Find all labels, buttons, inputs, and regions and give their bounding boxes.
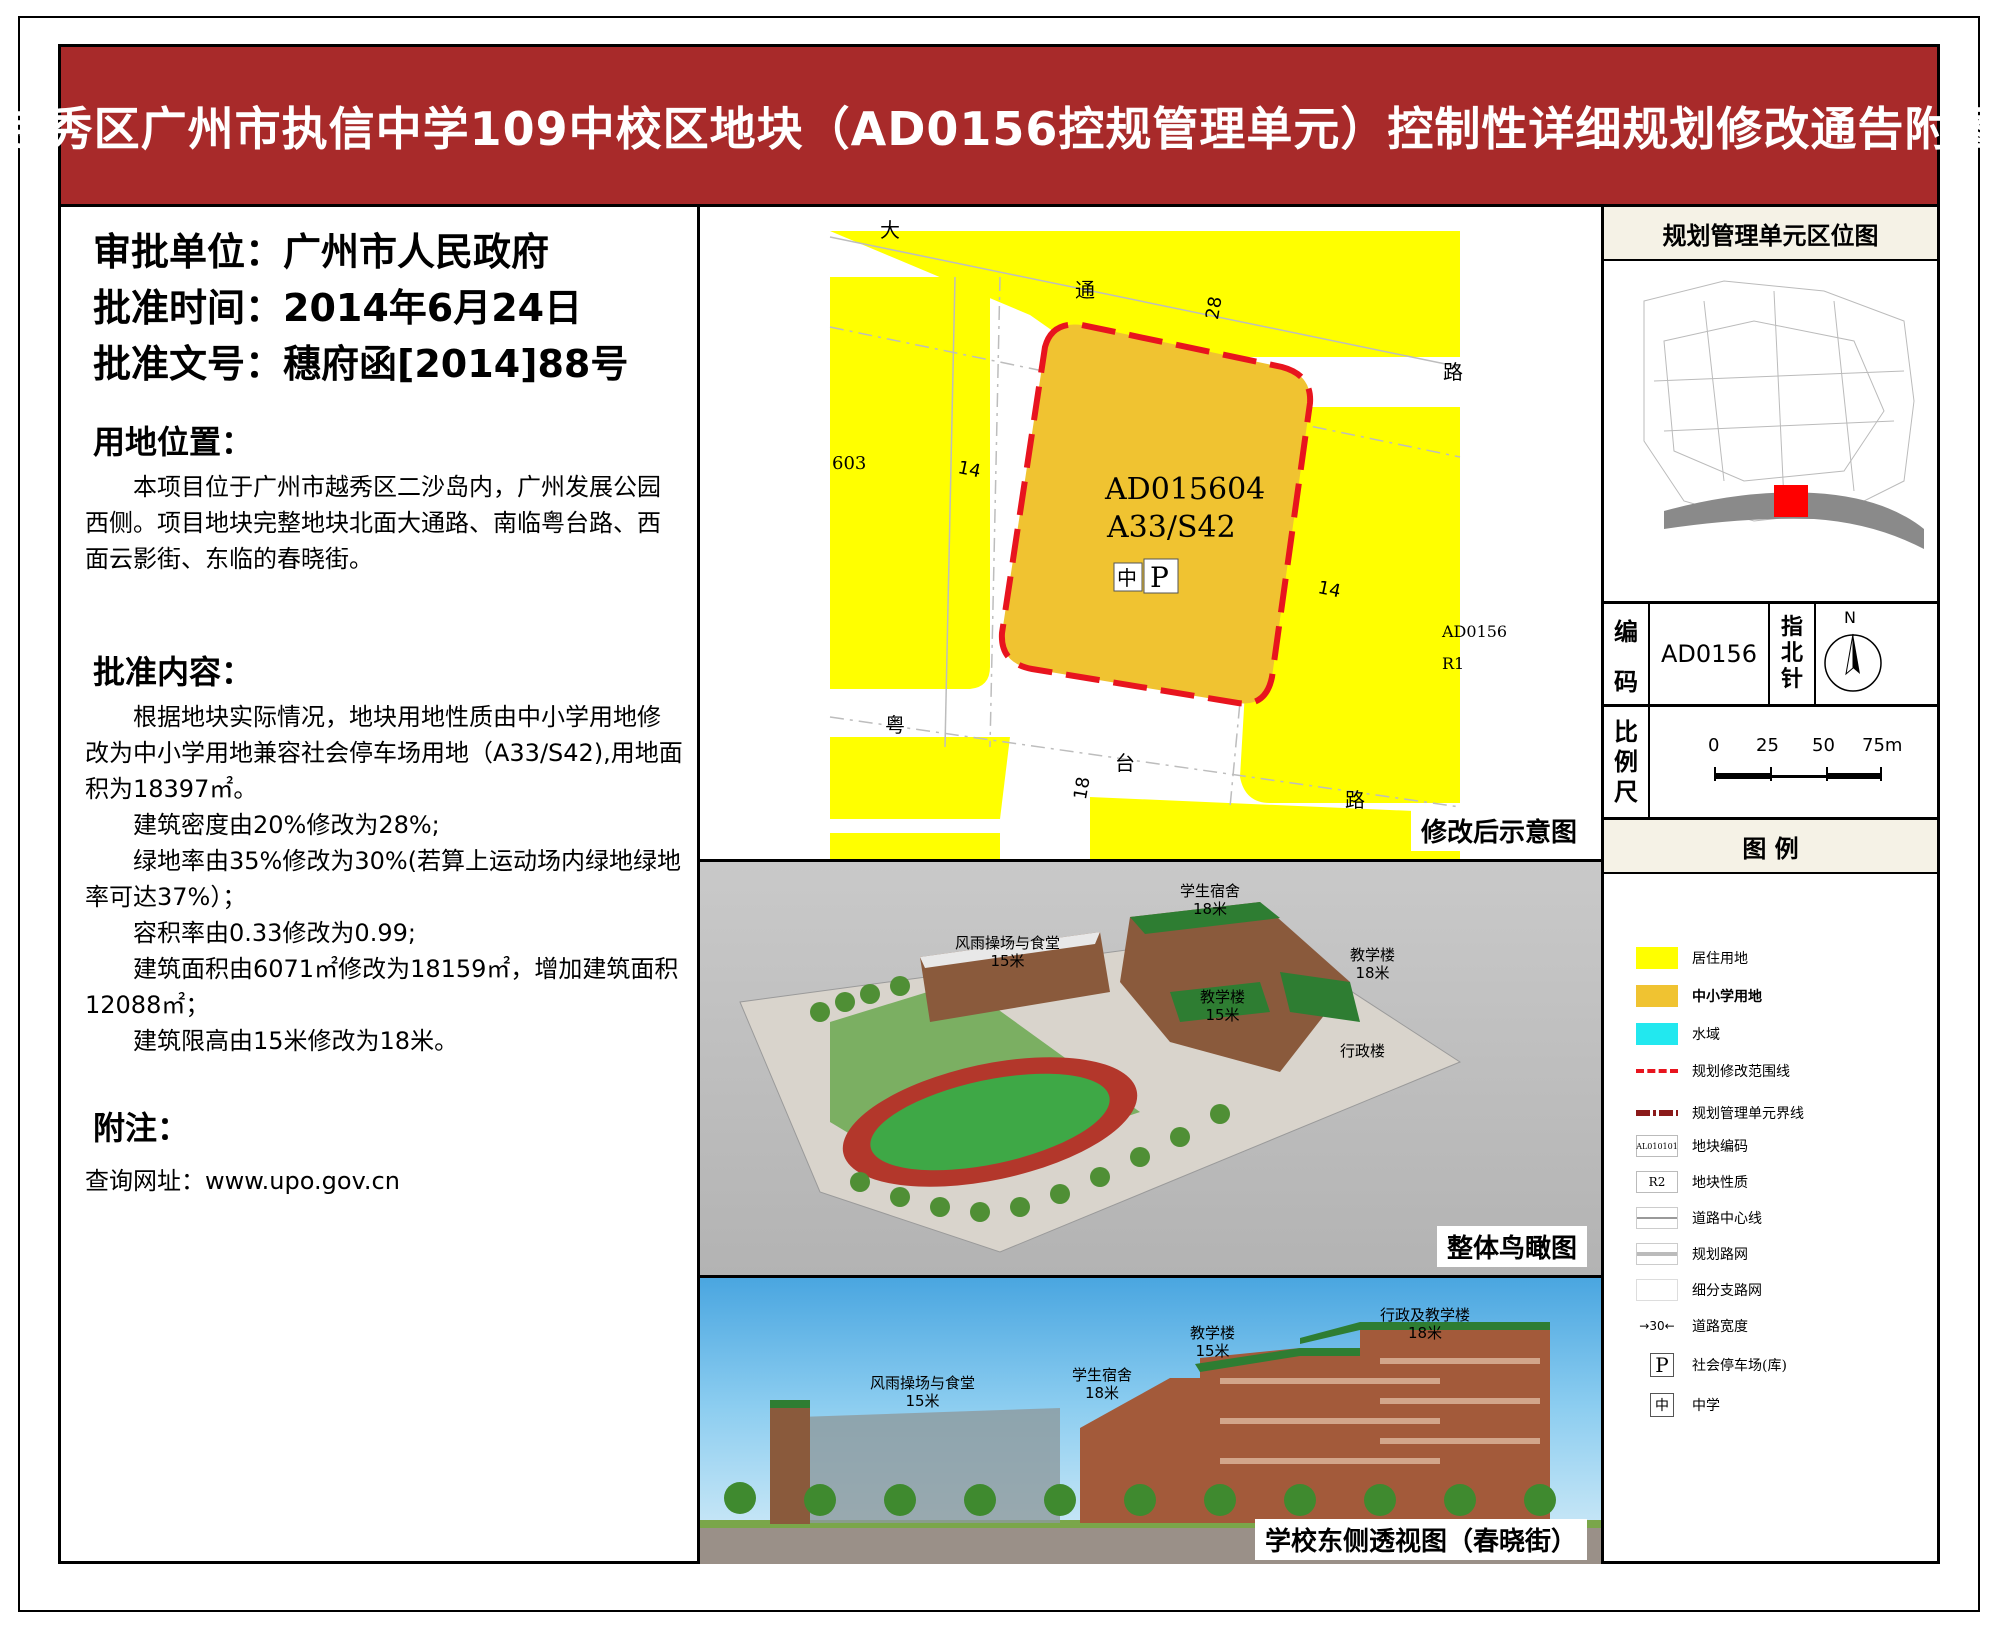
- legend-swatch-road-width: → 30 ←: [1639, 1319, 1675, 1333]
- east-parcel-use: R1: [1442, 654, 1464, 673]
- perspective-label: 风雨操场与食堂 15米: [870, 1374, 976, 1410]
- legend-item: 水域: [1636, 1023, 1720, 1045]
- road-north-char-3: 路: [1443, 360, 1463, 384]
- location-heading: 用地位置：: [93, 423, 254, 461]
- poster-frame: 越秀区广州市执信中学109中校区地块（AD0156控规管理单元）控制性详细规划修…: [0, 44, 1997, 1564]
- road-width-south: 18: [1070, 775, 1095, 801]
- legend-swatch-land-use: R2: [1636, 1171, 1678, 1193]
- scale-tick: 0: [1708, 735, 1720, 756]
- approval-date: 批准时间：2014年6月24日: [93, 286, 583, 330]
- legend-item: 道路中心线: [1636, 1207, 1762, 1229]
- aerial-label: 风雨操场与食堂 15米: [955, 934, 1061, 970]
- perspective-label: 教学楼 15米: [1190, 1324, 1236, 1360]
- content-paragraph: 绿地率由35%修改为30%(若算上运动场内绿地绿地率可达37%）；: [85, 847, 682, 911]
- legend-swatch-boundary: [1636, 1069, 1678, 1073]
- road-north-char-2: 通: [1075, 278, 1095, 302]
- map-caption: 修改后示意图: [1410, 810, 1587, 851]
- residential-block-west: [830, 277, 990, 689]
- legend-swatch-parcel-code: AL010101: [1636, 1135, 1678, 1157]
- legend-swatch-parking: P: [1650, 1353, 1674, 1377]
- scale-tick: 50: [1812, 735, 1835, 756]
- road-south-char-1: 粤: [885, 713, 905, 737]
- west-parcel-label: 603: [832, 453, 866, 474]
- aerial-label: 学生宿舍 18米: [1180, 882, 1241, 918]
- legend-swatch-school: [1636, 985, 1678, 1007]
- legend-item: 规划管理单元界线: [1636, 1103, 1804, 1123]
- code-value: AD0156: [1650, 604, 1770, 704]
- legend-swatch-middle-school: 中: [1650, 1393, 1674, 1417]
- perspective-caption: 学校东侧透视图（春晓街）: [1254, 1519, 1587, 1560]
- legend-item: R2 地块性质: [1636, 1171, 1748, 1193]
- legend-item: 细分支路网: [1636, 1279, 1762, 1301]
- legend-swatch-centerline: [1636, 1207, 1678, 1229]
- perspective-label: 学生宿舍 18米: [1072, 1366, 1133, 1402]
- content-paragraph: 建筑限高由15米修改为18米。: [133, 1027, 459, 1055]
- school-symbol: 中: [1117, 566, 1137, 590]
- parking-symbol: P: [1150, 561, 1169, 594]
- content-paragraph: 容积率由0.33修改为0.99;: [133, 919, 416, 947]
- legend-item: P 社会停车场(库): [1636, 1353, 1787, 1377]
- legend-item: 中小学用地: [1636, 985, 1762, 1007]
- legend-swatch-unit-line: [1636, 1110, 1678, 1116]
- legend-item: AL010101 地块编码: [1636, 1135, 1748, 1157]
- plan-map: AD015604 A33/S42 中 P 大 通 路 粤 台 路 28 14 1…: [829, 218, 1507, 859]
- road-north-char-1: 大: [880, 218, 900, 242]
- residential-block-south-edge: [830, 833, 1000, 859]
- aerial-label: 行政楼: [1340, 1042, 1386, 1060]
- title-bar: 越秀区广州市执信中学109中校区地块（AD0156控规管理单元）控制性详细规划修…: [0, 47, 1997, 207]
- location-map-title: 规划管理单元区位图: [1604, 207, 1937, 261]
- legend-item: 规划路网: [1636, 1243, 1748, 1265]
- legend-item: → 30 ← 道路宽度: [1636, 1315, 1748, 1337]
- plan-map-panel: AD015604 A33/S42 中 P 大 通 路 粤 台 路 28 14 1…: [700, 207, 1601, 859]
- residential-block-southeast: [1090, 797, 1460, 859]
- aerial-caption: 整体鸟瞰图: [1436, 1226, 1587, 1267]
- compass-label: 指北针: [1770, 604, 1816, 704]
- legend-item: 中中学: [1636, 1393, 1720, 1417]
- residential-block-southwest: [830, 737, 1010, 819]
- legend-swatch-branch-road: [1636, 1279, 1678, 1301]
- content-paragraph: 建筑密度由20%修改为28%;: [133, 811, 440, 839]
- scale-tick: 25: [1756, 735, 1779, 756]
- content-heading: 批准内容：: [93, 653, 254, 691]
- east-parcel-code: AD0156: [1441, 622, 1507, 641]
- code-label: 编码: [1604, 604, 1650, 704]
- info-column: 审批单位：广州市人民政府 批准时间：2014年6月24日 批准文号：穗府函[20…: [61, 207, 697, 1564]
- sidebar: 规划管理单元区位图 编码 AD0156 指北针 N 比 例 尺 0 25 50 …: [1604, 207, 1937, 1564]
- notes-heading: 附注：: [93, 1109, 190, 1147]
- road-width-north: 28: [1202, 295, 1227, 321]
- approval-doc: 批准文号：穗府函[2014]88号: [93, 342, 629, 386]
- parcel-code: AD015604: [1104, 472, 1265, 507]
- scale-label: 比例尺: [1604, 707, 1650, 817]
- legend-item: 规划修改范围线: [1636, 1061, 1790, 1081]
- legend-swatch-residential: [1636, 947, 1678, 969]
- aerial-view-panel: 风雨操场与食堂 15米 学生宿舍 18米 教学楼 18米 教学楼 15米 行政楼 整体鸟…: [700, 862, 1601, 1275]
- poster-title: 越秀区广州市执信中学109中校区地块（AD0156控规管理单元）控制性详细规划修…: [0, 101, 1999, 156]
- legend-item: 居住用地: [1636, 947, 1748, 969]
- compass-n: N: [1844, 608, 1856, 627]
- content-paragraph: 根据地块实际情况，地块用地性质由中小学用地修改为中小学用地兼容社会停车场用地（A…: [85, 703, 683, 803]
- content-paragraph: 建筑面积由6071㎡修改为18159㎡，增加建筑面积12088㎡；: [85, 955, 679, 1019]
- approval-unit: 审批单位：广州市人民政府: [93, 230, 550, 274]
- road-south-char-2: 台: [1115, 751, 1135, 775]
- aerial-label: 教学楼 18米: [1350, 946, 1396, 982]
- road-south-char-3: 路: [1345, 788, 1365, 812]
- scale-row: 比例尺 0 25 50 75m: [1604, 707, 1937, 817]
- aerial-label: 教学楼 15米: [1200, 988, 1246, 1024]
- scale-bar: [1714, 767, 1882, 781]
- perspective-view-panel: 风雨操场与食堂 15米 学生宿舍 18米 教学楼 15米 行政及教学楼 18米 学校东侧…: [700, 1278, 1601, 1564]
- location-map: [1643, 280, 1924, 549]
- location-text: 本项目位于广州市越秀区二沙岛内，广州发展公园西侧。项目地块完整地块北面大通路、南…: [85, 473, 661, 573]
- legend-title: 图 例: [1604, 820, 1937, 874]
- legend-swatch-water: [1636, 1023, 1678, 1045]
- north-arrow-icon: [1824, 633, 1882, 692]
- aerial-view-illustration: [739, 902, 1462, 1253]
- perspective-label: 行政及教学楼 18米: [1380, 1306, 1471, 1342]
- scale-tick: 75m: [1862, 735, 1903, 756]
- parcel-use: A33/S42: [1106, 510, 1236, 545]
- code-row: 编码 AD0156 指北针 N: [1604, 604, 1937, 704]
- notes-url: 查询网址：www.upo.gov.cn: [85, 1167, 400, 1195]
- legend-swatch-planned-road: [1636, 1243, 1678, 1265]
